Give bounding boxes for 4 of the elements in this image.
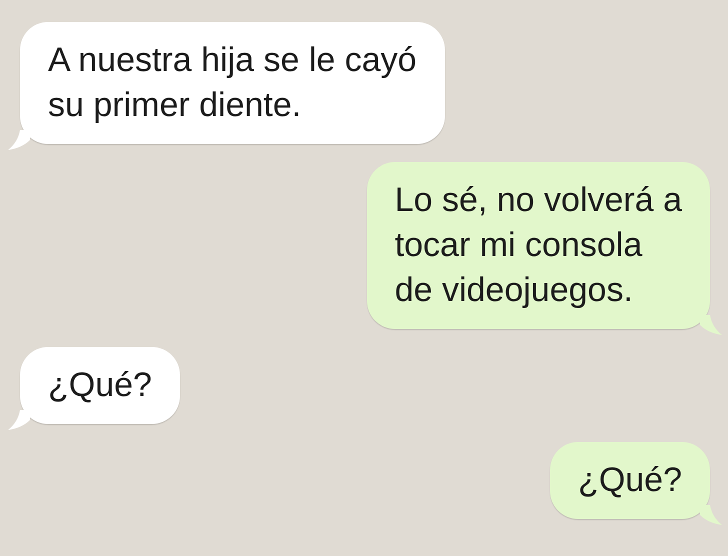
message-text: ¿Qué?: [48, 365, 152, 406]
message-text: ¿Qué?: [578, 460, 682, 501]
message-text: A nuestra hija se le cayó su primer diente.: [48, 40, 417, 126]
message-text: Lo sé, no volverá a tocar mi consola de videojuegos.: [394, 180, 682, 311]
